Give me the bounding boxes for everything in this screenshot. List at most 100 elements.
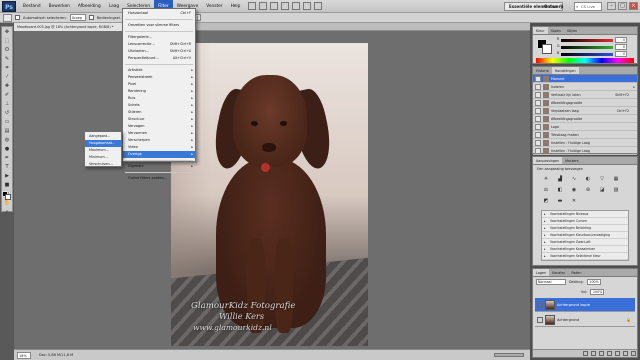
menu-item-verscherpen[interactable]: Verscherpen ▸ <box>123 137 195 144</box>
chevron-right-icon[interactable]: ▸ <box>633 83 635 90</box>
tab-handelingen[interactable]: Handelingen <box>551 67 579 74</box>
chevron-right-icon[interactable]: » <box>560 2 563 11</box>
mini-bridge-icon[interactable] <box>259 2 268 10</box>
cs-live-search[interactable]: CS Live <box>574 2 602 11</box>
link-icon[interactable] <box>583 351 588 356</box>
color-panel-background-swatch[interactable] <box>542 44 552 54</box>
tab-maskers[interactable]: Maskers <box>562 157 581 164</box>
crop-tool-icon[interactable]: ⌗ <box>2 64 12 72</box>
brightness-icon[interactable]: ☀ <box>541 175 551 183</box>
toggle-checkbox[interactable] <box>535 84 541 90</box>
brush-tool-icon[interactable]: ✐ <box>2 91 12 99</box>
group-icon[interactable] <box>615 351 620 356</box>
toggle-checkbox[interactable] <box>535 124 541 130</box>
menu-item-digimarc[interactable]: Digimarc ▸ <box>123 163 195 170</box>
toggle-checkbox[interactable] <box>535 140 541 146</box>
menu-venster[interactable]: Venster <box>202 0 226 13</box>
marquee-tool-icon[interactable]: ⬚ <box>2 37 12 45</box>
menu-item-smart-filters[interactable]: Omzetten voor slimme filters <box>123 22 195 29</box>
eraser-tool-icon[interactable]: ▭ <box>2 118 12 126</box>
auto-select-checkbox[interactable] <box>15 15 20 20</box>
menu-bewerken[interactable]: Bewerken <box>45 0 74 13</box>
menu-item-penseelstreek[interactable]: Penseelstreek ▸ <box>123 74 195 81</box>
tab-stalen[interactable]: Stalen <box>548 27 564 34</box>
color-spectrum-bar[interactable] <box>536 58 634 63</box>
eyedropper-tool-icon[interactable]: ⁄ <box>2 73 12 81</box>
slider-r[interactable]: R 0 <box>557 37 629 43</box>
preset-hue-saturation[interactable]: Voorinstellingen Kleurtoon/verzadiging <box>542 232 628 239</box>
maximize-icon[interactable]: □ <box>618 2 627 10</box>
menu-item-vervagen[interactable]: Vervagen ▸ <box>123 123 195 130</box>
canvas-area[interactable]: GlamourKidz Fotografie Willie Kers www.g… <box>14 31 530 349</box>
rotate-view-icon[interactable] <box>292 2 301 10</box>
menu-help[interactable]: Help <box>227 0 245 13</box>
blur-tool-icon[interactable]: ◍ <box>2 136 12 144</box>
eye-icon[interactable] <box>537 317 543 323</box>
auto-select-dropdown[interactable]: Groep <box>69 14 86 21</box>
gradient-map-icon[interactable]: ▬ <box>555 197 565 205</box>
menu-item-perspectiefpunt[interactable]: Perspectiefpunt... Alt+Ctrl+V <box>123 55 195 62</box>
trash-icon[interactable] <box>631 351 636 356</box>
menu-item-overige[interactable]: Overige ▸ <box>123 151 195 158</box>
type-tool-icon[interactable]: T <box>2 163 12 171</box>
tab-kleur[interactable]: Kleur <box>533 27 548 34</box>
layer-row[interactable]: Achtergrond kopie <box>535 298 635 312</box>
tab-kanalen[interactable]: Kanalen <box>549 269 568 276</box>
horizontal-scrollbar[interactable] <box>494 353 524 357</box>
preset-exposure[interactable]: Voorinstellingen Belichting <box>542 225 628 232</box>
tab-paden[interactable]: Paden <box>568 269 584 276</box>
toggle-checkbox[interactable] <box>535 76 541 82</box>
menu-item-lenscorrectie[interactable]: Lenscorrectie... Shift+Ctrl+R <box>123 41 195 48</box>
list-item[interactable]: Instellen : Huidige Laag <box>533 147 637 155</box>
dodge-tool-icon[interactable]: ● <box>2 145 12 153</box>
tab-lagen[interactable]: Lagen <box>533 269 550 276</box>
submenu-item-hoogdoorlaat[interactable]: Hoogdoorlaat... <box>85 140 121 147</box>
menu-item-structuur[interactable]: Structuur ▸ <box>123 116 195 123</box>
menu-item-ruis[interactable]: Ruis ▸ <box>123 95 195 102</box>
preset-levels[interactable]: Voorinstellingen Niveaus <box>542 211 628 218</box>
shape-tool-icon[interactable]: ■ <box>2 181 12 189</box>
document-tab[interactable]: Moodboard-003.jpg @ 18% (Achtergrond kop… <box>14 23 124 31</box>
minimize-icon[interactable]: – <box>607 2 616 10</box>
menu-bestand[interactable]: Bestand <box>19 0 45 13</box>
list-item[interactable]: Afbeeldingsgrootte <box>533 115 637 123</box>
curves-icon[interactable]: ∿ <box>569 175 579 183</box>
menu-item-filtergalerie[interactable]: Filtergalerie... <box>123 34 195 41</box>
history-brush-tool-icon[interactable]: ↺ <box>2 109 12 117</box>
menu-item-horizontaal[interactable]: Horizontaal Ctrl+F <box>123 10 195 17</box>
move-tool-preset-icon[interactable] <box>3 13 12 22</box>
eye-icon[interactable] <box>537 302 543 308</box>
menu-item-rendering[interactable]: Rendering ▸ <box>123 88 195 95</box>
mask-icon[interactable] <box>599 351 604 356</box>
zoom-level-field[interactable]: 18% <box>17 351 31 359</box>
menu-laag[interactable]: Laag <box>105 0 123 13</box>
slider-g[interactable]: G 0 <box>557 44 629 50</box>
toggle-checkbox[interactable] <box>535 92 541 98</box>
gradient-tool-icon[interactable]: ▤ <box>2 127 12 135</box>
selective-color-icon[interactable]: ✕ <box>569 197 579 205</box>
hand-icon[interactable] <box>270 2 279 10</box>
move-tool-icon[interactable]: ✥ <box>2 28 12 36</box>
channel-mixer-icon[interactable]: ⊛ <box>583 186 593 194</box>
slider-g-track[interactable] <box>561 46 613 49</box>
list-item[interactable]: Logo <box>533 123 637 131</box>
screen-mode-icon[interactable] <box>314 2 323 10</box>
toggle-checkbox[interactable] <box>535 132 541 138</box>
slider-b-track[interactable] <box>561 53 613 56</box>
tab-historie[interactable]: Historie <box>533 67 552 74</box>
menu-item-video[interactable]: Video ▸ <box>123 144 195 151</box>
blend-mode-select[interactable]: Normaal <box>536 279 566 285</box>
menu-item-stileren[interactable]: Stileren ▸ <box>123 109 195 116</box>
exposure-icon[interactable]: ◐ <box>583 175 593 183</box>
menu-item-uitvloeien[interactable]: Uitvloeien... Shift+Ctrl+X <box>123 48 195 55</box>
toggle-checkbox[interactable] <box>535 116 541 122</box>
hand-tool-icon[interactable]: ✋ <box>2 199 12 207</box>
toggle-checkbox[interactable] <box>535 108 541 114</box>
adjustment-layer-icon[interactable] <box>607 351 612 356</box>
preset-channel-mixer[interactable]: Voorinstellingen Kanaalmixer <box>542 246 628 253</box>
zoom-icon[interactable] <box>281 2 290 10</box>
pen-tool-icon[interactable]: ✒ <box>2 154 12 162</box>
menu-item-artistiek[interactable]: Artistiek ▸ <box>123 67 195 74</box>
threshold-icon[interactable]: ◩ <box>541 197 551 205</box>
document-photo[interactable]: GlamourKidz Fotografie Willie Kers www.g… <box>171 43 368 346</box>
